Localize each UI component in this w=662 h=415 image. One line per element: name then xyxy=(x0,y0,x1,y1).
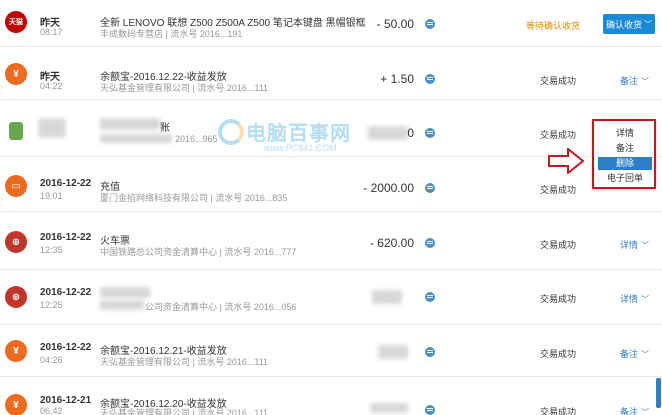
table-row[interactable]: 天猫 昨天 08:17 全新 LENOVO 联想 Z500 Z500A Z500… xyxy=(0,0,662,47)
row-amount: - 50.00 xyxy=(376,17,414,31)
row-status: 交易成功 xyxy=(540,185,577,195)
menu-item-delete[interactable]: 删除 xyxy=(598,157,652,170)
row-time: 06:42 xyxy=(40,406,63,415)
chevron-down-icon: ﹀ xyxy=(641,408,650,415)
money-bag-icon: ¥ xyxy=(5,340,27,362)
blurred-title xyxy=(100,287,150,298)
row-amount: - 2000.00 xyxy=(363,181,414,195)
row-date: 2016-12-22 xyxy=(40,232,92,243)
memo-icon[interactable] xyxy=(425,347,435,357)
table-row[interactable]: ¥ 2016-12-22 04:26 余额宝-2016.12.21-收益发放 天… xyxy=(0,325,662,377)
row-date: 2016-12-22 xyxy=(40,178,92,189)
row-subtitle: 天弘基金管理有限公司 | 流水号 2016...111 xyxy=(100,357,269,367)
row-date: 2016-12-22 xyxy=(40,287,92,298)
memo-icon[interactable] xyxy=(425,238,435,248)
row-status: 交易成功 xyxy=(540,76,577,86)
row-date: 2016-12-22 xyxy=(40,342,92,353)
scrollbar[interactable] xyxy=(656,378,661,408)
row-amount: 0 xyxy=(407,126,414,140)
table-row[interactable]: ⊕ 2016-12-22 12:35 火车票 中国铁路总公司资金清算中心 | 流… xyxy=(0,212,662,270)
table-row[interactable]: ¥ 2016-12-21 06:42 余额宝-2016.12.20-收益发放 天… xyxy=(0,377,662,415)
blurred-amount xyxy=(378,345,408,359)
blurred-date xyxy=(38,118,66,138)
menu-item-receipt[interactable]: 电子回单 xyxy=(598,172,652,185)
details-link[interactable]: 详情 ﹀ xyxy=(620,292,649,305)
row-time: 12:25 xyxy=(40,300,63,310)
memo-icon[interactable] xyxy=(425,292,435,302)
wallet-icon: ▭ xyxy=(5,175,27,197)
remark-link[interactable]: 备注 ﹀ xyxy=(620,347,649,360)
memo-icon[interactable] xyxy=(425,128,435,138)
memo-icon[interactable] xyxy=(425,19,435,29)
railway-icon: ⊕ xyxy=(5,286,27,308)
watermark-logo-icon xyxy=(218,119,244,145)
row-time: 12:35 xyxy=(40,245,63,255)
railway-icon: ⊕ xyxy=(5,231,27,253)
row-status: 交易成功 xyxy=(540,130,577,140)
chevron-down-icon: ﹀ xyxy=(641,350,650,359)
row-time: 04:26 xyxy=(40,355,63,365)
watermark-url: www.PC841.COM xyxy=(264,143,337,153)
row-subtitle: 天弘基金管理有限公司 | 流水号 2016...111 xyxy=(100,408,269,415)
row-subtitle: 丰成数码专营店 | 流水号 2016...191 xyxy=(100,29,243,39)
watermark: 电脑百事网 www.PC841.COM xyxy=(218,115,398,165)
blurred-title xyxy=(100,118,160,130)
row-amount: + 1.50 xyxy=(380,72,414,86)
menu-item-details[interactable]: 详情 xyxy=(598,127,652,140)
blurred-amount xyxy=(372,290,402,304)
action-dropdown-menu: 详情 备注 删除 电子回单 xyxy=(592,119,656,189)
row-amount: - 620.00 xyxy=(369,236,414,250)
details-link[interactable]: 详情 ﹀ xyxy=(620,238,649,251)
row-status: 等待确认收货 xyxy=(526,21,581,31)
row-date: 2016-12-21 xyxy=(40,395,92,406)
row-time: 19:01 xyxy=(40,191,63,201)
chevron-down-icon: ﹀ xyxy=(641,295,650,304)
row-subtitle: 天弘基金管理有限公司 | 流水号 2016...111 xyxy=(100,83,269,93)
row-subtitle: 厦门金掐网络科技有限公司 | 流水号 2016...835 xyxy=(100,193,288,203)
green-icon xyxy=(9,122,23,140)
chevron-down-icon: ﹀ xyxy=(641,77,650,86)
table-row[interactable]: ⊕ 2016-12-22 12:25 公司资金清算中心 | 流水号 2016..… xyxy=(0,270,662,325)
remark-link[interactable]: 备注 ﹀ xyxy=(620,405,649,415)
transaction-list: 天猫 昨天 08:17 全新 LENOVO 联想 Z500 Z500A Z500… xyxy=(0,0,662,415)
arrow-right-icon xyxy=(548,148,584,174)
blurred-subtitle xyxy=(100,300,144,310)
blurred-subtitle xyxy=(100,134,172,143)
row-title-fragment: 账 xyxy=(160,123,170,134)
row-subtitle: 公司资金清算中心 | 流水号 2016...056 xyxy=(145,302,297,312)
money-bag-icon: ¥ xyxy=(5,63,27,85)
memo-icon[interactable] xyxy=(425,405,435,415)
confirm-receipt-button[interactable]: 确认收货 ﹀ xyxy=(603,14,655,34)
memo-icon[interactable] xyxy=(425,74,435,84)
row-status: 交易成功 xyxy=(540,240,577,250)
row-subtitle: 2016...965 xyxy=(175,134,218,144)
remark-link[interactable]: 备注 ﹀ xyxy=(620,74,649,87)
memo-icon[interactable] xyxy=(425,183,435,193)
row-status: 交易成功 xyxy=(540,294,577,304)
watermark-text: 电脑百事网 xyxy=(246,123,351,145)
row-status: 交易成功 xyxy=(540,407,577,415)
blurred-amount xyxy=(370,403,408,413)
menu-item-remark[interactable]: 备注 xyxy=(598,142,652,155)
tmall-icon: 天猫 xyxy=(5,11,27,33)
chevron-down-icon: ﹀ xyxy=(641,241,650,250)
row-subtitle: 中国铁路总公司资金清算中心 | 流水号 2016...777 xyxy=(100,247,297,257)
row-status: 交易成功 xyxy=(540,349,577,359)
row-time: 08:17 xyxy=(40,27,63,37)
money-bag-icon: ¥ xyxy=(5,394,27,415)
table-row[interactable]: ¥ 昨天 04:22 余额宝-2016.12.22-收益发放 天弘基金管理有限公… xyxy=(0,47,662,100)
chevron-down-icon: ﹀ xyxy=(644,19,652,29)
row-time: 04:22 xyxy=(40,81,63,91)
